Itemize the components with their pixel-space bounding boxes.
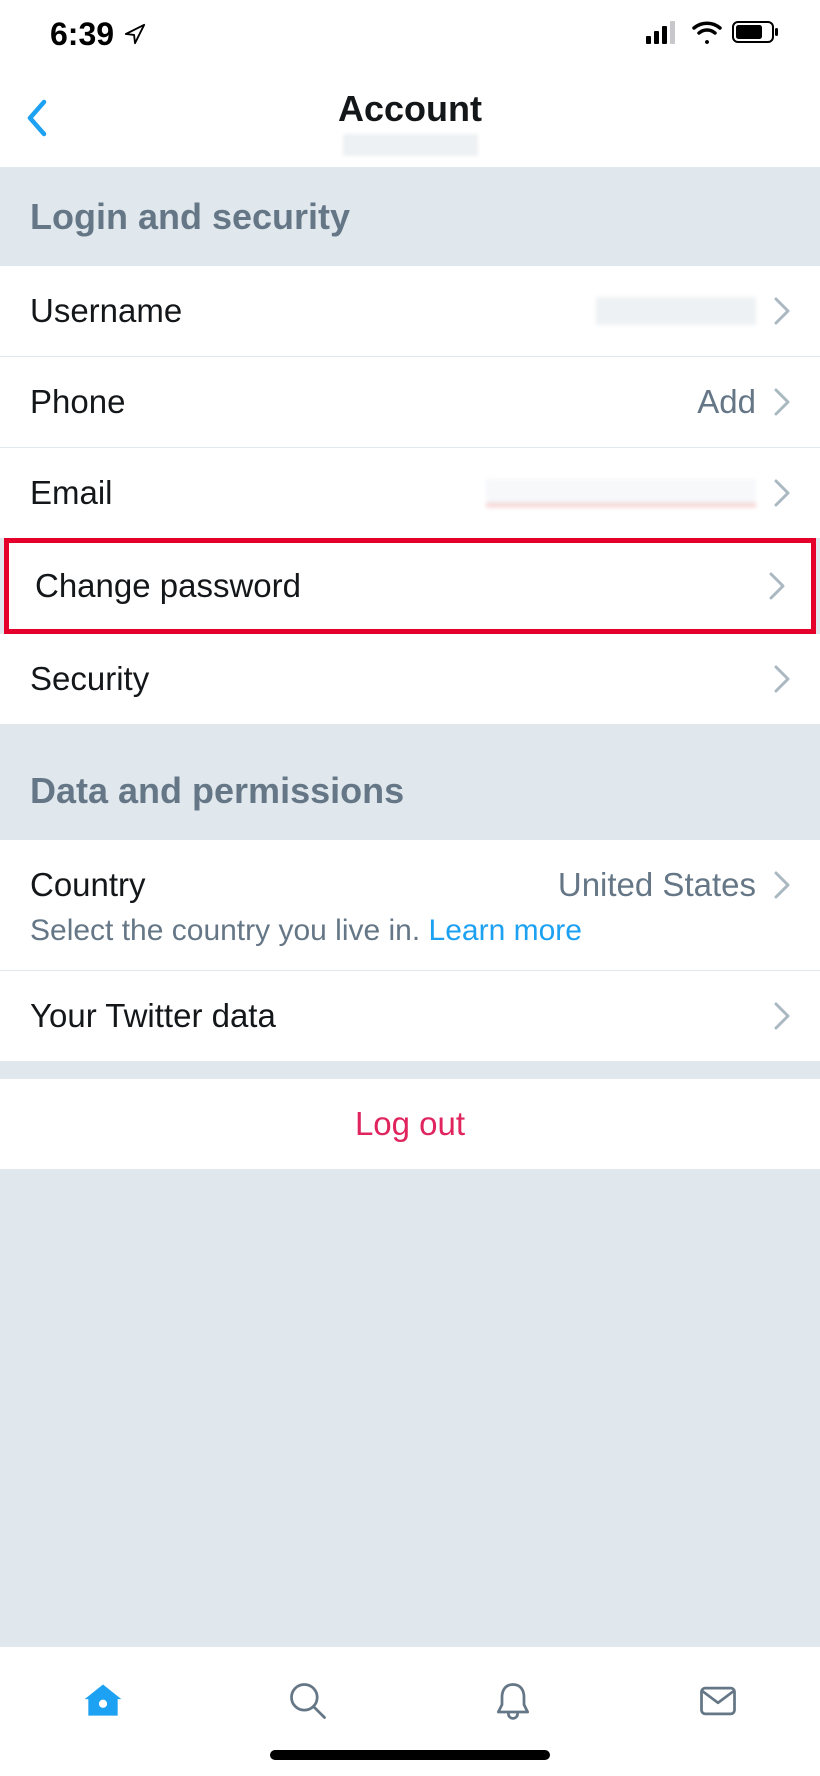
row-username-value-redacted — [596, 297, 756, 325]
home-indicator[interactable] — [270, 1750, 550, 1760]
tab-messages[interactable] — [688, 1671, 748, 1731]
chevron-right-icon — [774, 297, 790, 325]
status-time: 6:39 — [50, 16, 114, 53]
tab-home[interactable] — [73, 1671, 133, 1731]
nav-title-area: Account — [338, 88, 482, 156]
row-change-password-label: Change password — [35, 567, 301, 605]
section-header-data-label: Data and permissions — [30, 770, 790, 812]
learn-more-link[interactable]: Learn more — [429, 914, 582, 947]
row-change-password[interactable]: Change password — [9, 543, 811, 629]
highlight-annotation: Change password — [4, 538, 816, 634]
row-email-label: Email — [30, 474, 113, 512]
row-twitter-data-label: Your Twitter data — [30, 997, 276, 1035]
chevron-right-icon — [774, 871, 790, 899]
status-icons — [646, 20, 780, 49]
chevron-right-icon — [774, 388, 790, 416]
chevron-left-icon — [24, 98, 48, 138]
row-phone-label: Phone — [30, 383, 125, 421]
wifi-icon — [692, 20, 722, 49]
row-email[interactable]: Email — [0, 448, 820, 538]
bell-icon — [491, 1679, 535, 1723]
row-country-description: Select the country you live in. Learn mo… — [0, 914, 820, 971]
chevron-right-icon — [769, 572, 785, 600]
section-header-login-label: Login and security — [30, 196, 790, 238]
logout-label: Log out — [355, 1105, 465, 1142]
row-phone-value: Add — [697, 383, 756, 421]
row-security[interactable]: Security — [0, 634, 820, 724]
section-gap — [0, 1061, 820, 1079]
location-arrow-icon — [124, 16, 146, 53]
search-icon — [286, 1679, 330, 1723]
status-time-area: 6:39 — [50, 16, 146, 53]
row-email-value-redacted — [486, 479, 756, 507]
envelope-icon — [696, 1679, 740, 1723]
row-logout[interactable]: Log out — [0, 1079, 820, 1169]
row-username[interactable]: Username — [0, 266, 820, 357]
row-twitter-data[interactable]: Your Twitter data — [0, 971, 820, 1061]
chevron-right-icon — [774, 1002, 790, 1030]
chevron-right-icon — [774, 665, 790, 693]
row-country[interactable]: Country United States — [0, 840, 820, 918]
battery-icon — [732, 20, 780, 49]
row-country-label: Country — [30, 866, 146, 904]
status-bar: 6:39 — [0, 0, 820, 68]
page-title: Account — [338, 88, 482, 130]
cellular-signal-icon — [646, 20, 682, 49]
page-subtitle-redacted — [343, 134, 478, 156]
tab-bar — [0, 1646, 820, 1776]
row-country-value: United States — [558, 866, 756, 904]
row-security-label: Security — [30, 660, 149, 698]
row-phone[interactable]: Phone Add — [0, 357, 820, 448]
back-button[interactable] — [24, 98, 48, 143]
home-icon — [81, 1679, 125, 1723]
tab-search[interactable] — [278, 1671, 338, 1731]
row-username-label: Username — [30, 292, 182, 330]
nav-header: Account — [0, 68, 820, 168]
chevron-right-icon — [774, 479, 790, 507]
tab-notifications[interactable] — [483, 1671, 543, 1731]
section-header-data: Data and permissions — [0, 724, 820, 840]
section-header-login: Login and security — [0, 168, 820, 266]
